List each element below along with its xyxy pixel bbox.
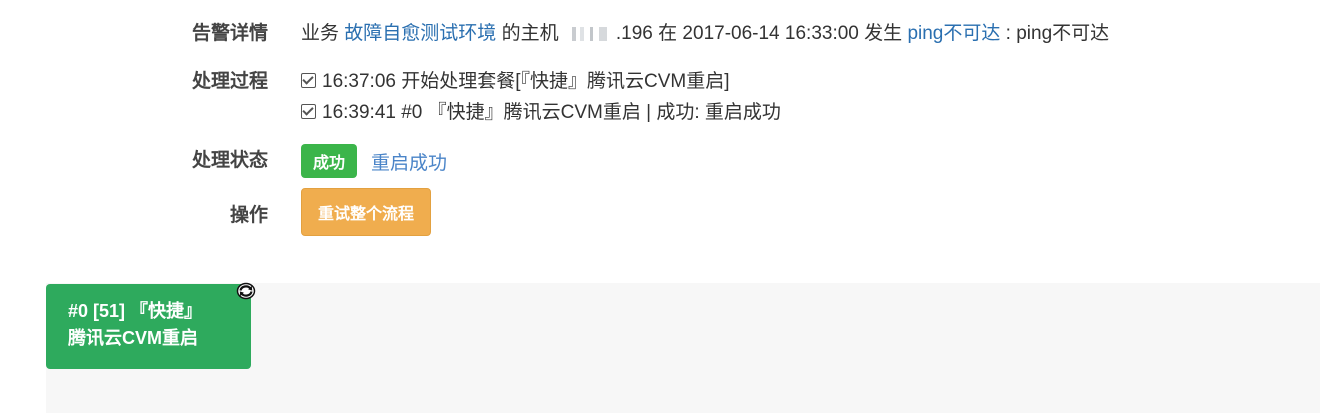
host-prefix: 的主机 (501, 23, 559, 44)
actions-value: 重试整个流程 (301, 188, 432, 236)
status-badge: 成功 (301, 144, 358, 178)
flow-node-title: #0 [51] 『快捷』 (68, 301, 203, 321)
actions-label: 操作 (229, 205, 268, 226)
flow-node[interactable]: #0 [51] 『快捷』 腾讯云CVM重启 (46, 284, 251, 369)
process-step-text: 16:39:41 #0 『快捷』腾讯云CVM重启 | 成功: 重启成功 (322, 102, 781, 123)
alert-detail-value: 业务 故障自愈测试环境 的主机 .196 在 2017-06-14 16:33:… (301, 18, 1109, 45)
alert-prefix: 业务 (301, 23, 340, 44)
status-label: 处理状态 (191, 150, 268, 171)
alert-detail-label: 告警详情 (191, 23, 268, 44)
flow-node-subtitle: 腾讯云CVM重启 (68, 328, 198, 348)
process-step-2: 16:39:41 #0 『快捷』腾讯云CVM重启 | 成功: 重启成功 (301, 97, 781, 124)
alert-time: 在 2017-06-14 16:33:00 发生 (658, 23, 903, 44)
alarm-type-link[interactable]: ping不可达 (907, 23, 1000, 44)
process-label: 处理过程 (191, 71, 268, 92)
masked-ip (565, 26, 614, 41)
process-step-1: 16:37:06 开始处理套餐[『快捷』腾讯云CVM重启] (301, 66, 730, 93)
retry-flow-button[interactable]: 重试整个流程 (301, 188, 432, 236)
alarm-description: : ping不可达 (1005, 23, 1110, 44)
status-text: 重启成功 (371, 152, 448, 174)
ip-suffix: .196 (615, 23, 653, 44)
checkbox-checked-icon (301, 104, 316, 119)
checkbox-checked-icon (301, 73, 316, 88)
status-value: 成功 重启成功 (301, 144, 447, 178)
refresh-icon[interactable] (236, 282, 256, 300)
process-step-text: 16:37:06 开始处理套餐[『快捷』腾讯云CVM重启] (322, 71, 730, 92)
business-link[interactable]: 故障自愈测试环境 (344, 23, 496, 44)
